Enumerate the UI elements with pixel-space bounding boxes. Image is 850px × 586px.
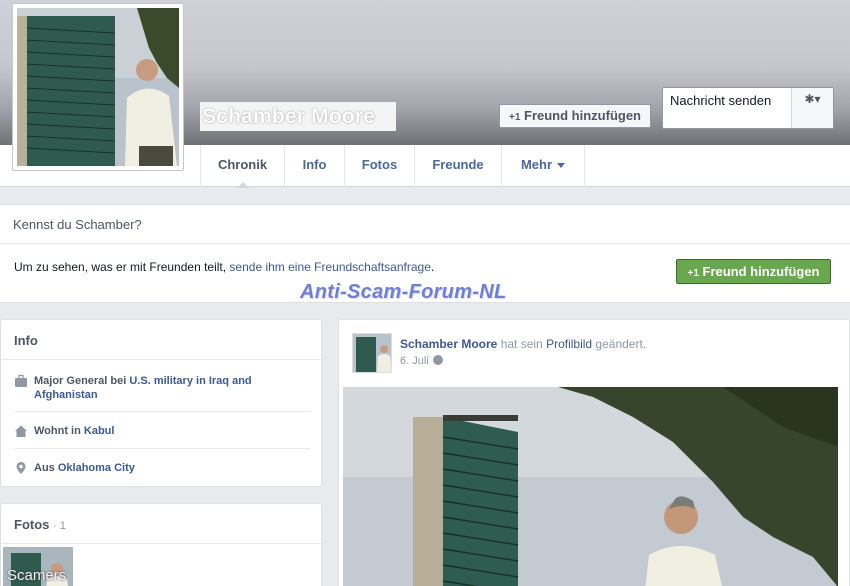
message-button-group[interactable]: Nachricht senden ✱▾ (662, 87, 834, 129)
post-action-after: geändert. (592, 337, 647, 351)
lives-prefix: Wohnt in (34, 425, 84, 437)
lives-place-link[interactable]: Kabul (84, 425, 115, 437)
home-icon (15, 425, 27, 437)
work-prefix: Major General bei (34, 375, 130, 387)
post-photo[interactable] (343, 387, 838, 586)
divider (14, 411, 310, 412)
tab-freunde-label: Freunde (432, 157, 484, 172)
tab-info[interactable]: Info (284, 145, 344, 187)
fotos-panel-title[interactable]: Fotos · 1 (14, 517, 66, 532)
info-row-work: Major General bei U.S. military in Iraq … (14, 374, 310, 402)
post-action-text: hat sein (497, 337, 547, 351)
send-friend-request-link[interactable]: sende ihm eine Freundschaftsanfrage (229, 260, 430, 274)
photo-thumbnail[interactable]: Scamers (3, 547, 73, 586)
divider (1, 543, 321, 544)
post-date-text: 6. Juli (400, 355, 429, 367)
watermark: Anti-Scam-Forum-NL (300, 281, 507, 303)
fotos-panel: Fotos · 1 Scamers (0, 503, 322, 586)
tab-info-label: Info (302, 157, 327, 172)
add-friend-button[interactable]: +1 Freund hinzufügen (499, 104, 651, 128)
friend-suggestion-text-before: Um zu sehen, was er mit Freunden teilt, (14, 260, 230, 274)
info-row-lives: Wohnt in Kabul (14, 424, 310, 438)
profile-picture-image (17, 8, 179, 166)
tab-fotos-label: Fotos (361, 157, 398, 172)
globe-icon (432, 355, 443, 365)
from-place-link[interactable]: Oklahoma City (58, 462, 135, 474)
timeline-post: Schamber Moore hat sein Profilbild geänd… (338, 319, 850, 586)
post-headline: Schamber Moore hat sein Profilbild geänd… (400, 337, 646, 351)
post-timestamp[interactable]: 6. Juli (400, 355, 443, 367)
tab-freunde[interactable]: Freunde (414, 145, 501, 187)
add-friend-plus-icon: +1 (508, 112, 521, 123)
briefcase-icon (15, 374, 27, 387)
location-pin-icon (16, 462, 26, 474)
from-prefix: Aus (34, 462, 58, 474)
profile-name: Schamber Moore (200, 102, 396, 131)
info-panel: Info Major General bei U.S. military in … (0, 319, 322, 487)
tab-fotos[interactable]: Fotos (344, 145, 414, 187)
tab-chronik-label: Chronik (217, 157, 268, 172)
info-panel-title: Info (14, 333, 38, 348)
photo-thumbnail-label: Scamers (7, 567, 67, 584)
friend-suggestion-text-after: . (430, 260, 435, 274)
post-author-link[interactable]: Schamber Moore (400, 337, 497, 351)
fotos-title-label: Fotos (14, 517, 50, 532)
friend-suggestion-text: Um zu sehen, was er mit Freunden teilt, … (14, 260, 434, 274)
friend-suggestion-heading: Kennst du Schamber? (13, 217, 142, 232)
tab-mehr-label: Mehr (520, 157, 553, 172)
fotos-count: · 1 (53, 520, 66, 532)
post-author-avatar[interactable] (352, 333, 392, 373)
gear-dropdown-icon[interactable]: ✱▾ (791, 88, 833, 128)
profile-picture[interactable] (12, 3, 184, 171)
add-friend-label: Freund hinzufügen (524, 108, 641, 123)
chevron-down-icon (557, 163, 566, 169)
send-message-button[interactable]: Nachricht senden (670, 93, 771, 108)
divider (0, 243, 850, 244)
add-friend-green-label: Freund hinzufügen (702, 264, 820, 279)
info-row-from: Aus Oklahoma City (14, 461, 310, 475)
add-friend-plus-icon: +1 (687, 268, 699, 279)
tab-mehr[interactable]: Mehr (501, 145, 585, 187)
tab-chronik[interactable]: Chronik (200, 145, 284, 188)
divider (1, 359, 321, 360)
divider (14, 448, 310, 449)
profile-picture-link[interactable]: Profilbild (546, 337, 592, 351)
add-friend-green-button[interactable]: +1 Freund hinzufügen (676, 259, 831, 284)
